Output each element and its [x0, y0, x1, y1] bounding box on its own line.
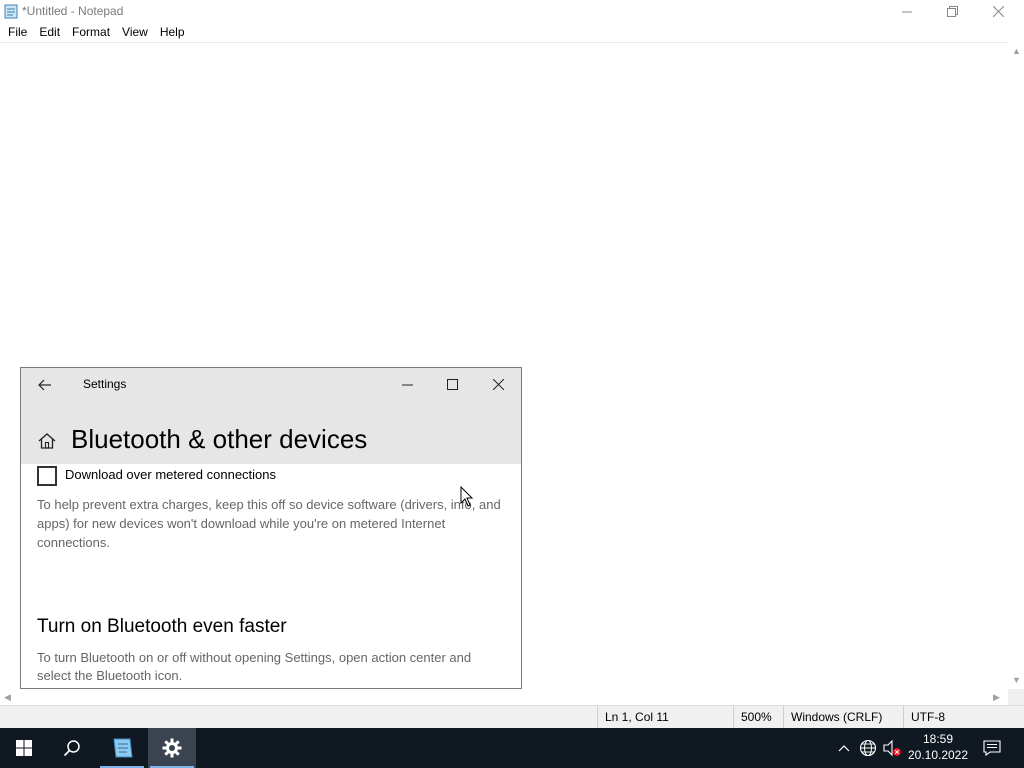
search-button[interactable]	[48, 728, 96, 768]
scroll-down-icon[interactable]: ▼	[1012, 675, 1021, 685]
clock-time: 18:59	[922, 732, 954, 746]
notepad-icon	[113, 738, 133, 758]
taskbar-settings[interactable]	[148, 728, 196, 768]
settings-window: Settings Bluetooth & other devices Downl…	[20, 367, 522, 689]
scrollbar-corner	[1008, 689, 1024, 705]
chevron-up-icon	[838, 745, 850, 752]
window-title: *Untitled - Notepad	[22, 4, 124, 18]
minimize-icon	[401, 384, 413, 385]
notepad-app-icon	[4, 4, 18, 19]
menu-bar: File Edit Format View Help	[0, 23, 1024, 42]
status-bar: Ln 1, Col 11 500% Windows (CRLF) UTF-8	[0, 705, 1024, 728]
close-icon	[492, 378, 504, 390]
settings-close-button[interactable]	[483, 371, 513, 397]
zoom-level: 500%	[733, 706, 783, 728]
restore-icon	[947, 6, 958, 17]
menu-file[interactable]: File	[2, 23, 33, 42]
settings-window-title: Settings	[83, 377, 127, 391]
network-globe-icon	[859, 739, 877, 757]
section-title-faster: Turn on Bluetooth even faster	[37, 616, 287, 637]
menu-format[interactable]: Format	[66, 23, 116, 42]
metered-description: To help prevent extra charges, keep this…	[37, 497, 501, 550]
mouse-cursor-icon	[460, 486, 474, 507]
scroll-up-icon[interactable]: ▲	[1012, 46, 1021, 56]
metered-connections-label[interactable]: Download over metered connections	[65, 467, 276, 482]
line-ending: Windows (CRLF)	[783, 706, 903, 728]
encoding: UTF-8	[903, 706, 1024, 728]
page-title: Bluetooth & other devices	[71, 424, 368, 454]
home-icon[interactable]	[37, 431, 59, 453]
menu-edit[interactable]: Edit	[33, 23, 66, 42]
action-center-button[interactable]	[982, 738, 1002, 758]
volume-muted-icon	[883, 739, 901, 757]
settings-minimize-button[interactable]	[392, 371, 422, 397]
notification-icon	[983, 740, 1001, 756]
menu-help[interactable]: Help	[154, 23, 191, 42]
metered-connections-checkbox[interactable]	[37, 466, 57, 486]
close-icon	[993, 6, 1004, 17]
vertical-scrollbar[interactable]: ▲ ▼	[1008, 42, 1024, 689]
minimize-icon	[902, 11, 912, 13]
taskbar: 18:59 20.10.2022	[0, 728, 1024, 768]
show-hidden-icons-button[interactable]	[834, 738, 854, 758]
maximize-icon	[446, 378, 458, 390]
clock-date: 20.10.2022	[907, 748, 969, 762]
start-icon	[16, 740, 32, 756]
menu-view[interactable]: View	[116, 23, 154, 42]
taskbar-notepad[interactable]	[98, 728, 146, 768]
start-button[interactable]	[0, 728, 48, 768]
clock[interactable]: 18:59 20.10.2022	[904, 731, 972, 763]
back-arrow-icon	[38, 379, 51, 391]
settings-header: Settings Bluetooth & other devices	[21, 368, 521, 464]
settings-maximize-button[interactable]	[437, 371, 467, 397]
faster-description: To turn Bluetooth on or off without open…	[37, 650, 472, 683]
back-button[interactable]	[35, 375, 55, 395]
close-button[interactable]	[976, 0, 1021, 23]
search-icon	[63, 740, 80, 757]
notepad-titlebar[interactable]: *Untitled - Notepad	[0, 0, 1024, 23]
minimize-button[interactable]	[885, 0, 930, 23]
settings-gear-icon	[162, 738, 182, 758]
restore-button[interactable]	[930, 0, 975, 23]
scroll-left-icon[interactable]: ◀	[4, 692, 11, 702]
horizontal-scrollbar[interactable]: ◀ ▶	[0, 689, 1008, 705]
volume-button[interactable]	[882, 738, 902, 758]
network-button[interactable]	[858, 738, 878, 758]
cursor-position: Ln 1, Col 11	[597, 706, 733, 728]
scroll-right-icon[interactable]: ▶	[993, 692, 1000, 702]
